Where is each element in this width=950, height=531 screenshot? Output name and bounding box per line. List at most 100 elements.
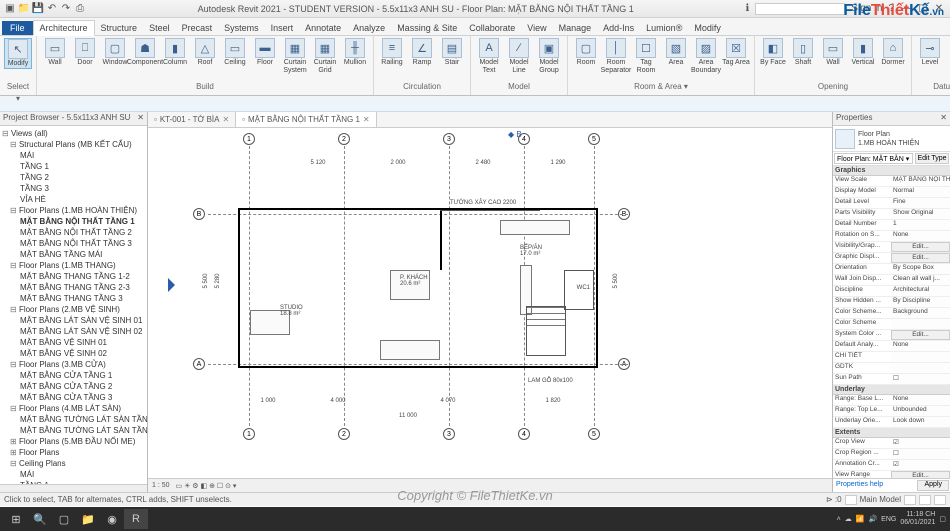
main-model-label[interactable]: Main Model [860,495,901,505]
chrome-icon[interactable]: ◉ [100,509,124,529]
open-icon[interactable]: 📁 [18,3,30,15]
tool-ramp[interactable]: ∠Ramp [408,38,436,67]
tool-mullion[interactable]: ╫Mullion [341,38,369,67]
view-tab[interactable]: ▫MẶT BẰNG NỘI THẤT TẦNG 1✕ [236,112,376,127]
property-row[interactable]: Detail LevelFine [833,198,950,209]
lang-indicator[interactable]: ENG [881,516,896,523]
tool-door[interactable]: ⎕Door [71,38,99,67]
property-row[interactable]: Range: Top Le...Unbounded [833,406,950,417]
app-menu-icon[interactable]: ▣ [4,3,16,15]
tool-wall[interactable]: ▭Wall [819,38,847,67]
system-tray[interactable]: ˄ ☁ 📶 🔊 ENG 11:18 CH06/01/2021 ▢ [837,511,946,527]
tree-node[interactable]: TẦNG 1 [2,161,145,172]
view-control-bar[interactable]: 1 : 50 ▭ ☀ ⚙ ◧ ⊕ ☐ ⊙ ▾ [148,478,832,492]
ribbon-tab-analyze[interactable]: Analyze [347,21,391,35]
property-row[interactable]: Visibility/Grap...Edit... [833,242,950,253]
cloud-icon[interactable]: ☁ [845,515,852,523]
property-row[interactable]: OrientationBy Scope Box [833,264,950,275]
close-icon[interactable]: ✕ [137,113,144,124]
property-row[interactable]: Wall Join Disp...Clean all wall j... [833,275,950,286]
tree-node[interactable]: Floor Plans (1.MB THANG) [2,260,145,271]
tray-up-icon[interactable]: ˄ [837,516,841,523]
tool-vertical[interactable]: ▮Vertical [849,38,877,67]
tool-grid[interactable]: ⊕Grid [946,38,950,67]
tree-node[interactable]: MẶT BẰNG CỬA TẦNG 3 [2,392,145,403]
close-tab-icon[interactable]: ✕ [222,115,229,124]
ribbon-tab-massingsite[interactable]: Massing & Site [391,21,463,35]
properties-grid[interactable]: GraphicsView ScaleMẶT BẰNG NỘI THẤT TẦNG… [833,166,950,478]
tree-node[interactable]: MẶT BẰNG TƯỜNG LÁT SÀN TẦNG 2 [2,425,145,436]
print-icon[interactable]: ⎙ [74,3,86,15]
property-row[interactable]: Sun Path☐ [833,374,950,385]
tool-roof[interactable]: △Roof [191,38,219,67]
property-row[interactable]: DisciplineArchitectural [833,286,950,297]
search-icon[interactable]: 🔍 [28,509,52,529]
edit-type-button[interactable]: Edit Type [915,153,949,164]
tree-node[interactable]: MẶT BẰNG VỆ SINH 02 [2,348,145,359]
tree-node[interactable]: Floor Plans (5.MB ĐẦU NỐI ME) [2,436,145,447]
ribbon-tab-modify[interactable]: Modify [688,21,727,35]
tree-node[interactable]: MẶT BẰNG LÁT SÀN VỆ SINH 01 [2,315,145,326]
tool-curtaingrid[interactable]: ▦Curtain Grid [311,38,339,75]
tool-area[interactable]: ▧Area [662,38,690,67]
status-icon[interactable] [919,495,931,505]
property-row[interactable]: Graphic Displ...Edit... [833,253,950,264]
tool-dormer[interactable]: ⌂Dormer [879,38,907,67]
tool-curtainsystem[interactable]: ▦Curtain System [281,38,309,75]
property-row[interactable]: Default Analy...None [833,341,950,352]
clock[interactable]: 11:18 CH06/01/2021 [900,511,935,527]
tool-modelgroup[interactable]: ▣Model Group [535,38,563,75]
ribbon-tab-collaborate[interactable]: Collaborate [463,21,521,35]
property-row[interactable]: Parts VisibilityShow Original [833,209,950,220]
status-icon[interactable] [934,495,946,505]
tree-node[interactable]: MẶT BẰNG TƯỜNG LÁT SÀN TẦNG 1 [2,414,145,425]
tool-tagroom[interactable]: ☐Tag Room [632,38,660,75]
property-row[interactable]: CHI TIẾT [833,352,950,363]
tree-node[interactable]: Floor Plans (1.MB HOÀN THIỆN) [2,205,145,216]
property-row[interactable]: Annotation Cr...☑ [833,460,950,471]
volume-icon[interactable]: 🔊 [868,515,877,523]
tool-floor[interactable]: ▬Floor [251,38,279,67]
properties-selector[interactable]: Floor Plan: MẶT BẰN ▾ [834,153,913,164]
horizontal-scrollbar[interactable] [0,484,147,492]
tool-component[interactable]: ☗Component [131,38,159,67]
apply-button[interactable]: Apply [917,480,949,491]
tree-node[interactable]: TẦNG 2 [2,172,145,183]
revit-icon[interactable]: R [124,509,148,529]
tree-node[interactable]: Floor Plans (2.MB VỆ SINH) [2,304,145,315]
tree-node[interactable]: MÁI [2,150,145,161]
ribbon-tab-insert[interactable]: Insert [265,21,300,35]
view-scale[interactable]: 1 : 50 [152,482,170,489]
tool-ceiling[interactable]: ▭Ceiling [221,38,249,67]
ribbon-tab-systems[interactable]: Systems [218,21,265,35]
tool-byface[interactable]: ◧By Face [759,38,787,67]
tool-areaboundary[interactable]: ▨Area Boundary [692,38,720,75]
tree-node[interactable]: MẶT BẰNG CỬA TẦNG 2 [2,381,145,392]
property-row[interactable]: System Color ...Edit... [833,330,950,341]
properties-type[interactable]: Floor Plan1.MB HOÀN THIỆN [833,126,950,152]
tool-railing[interactable]: ≡Railing [378,38,406,67]
redo-icon[interactable]: ↷ [60,3,72,15]
tree-node[interactable]: MẶT BẰNG CỬA TẦNG 1 [2,370,145,381]
ribbon-tab-annotate[interactable]: Annotate [299,21,347,35]
tool-window[interactable]: ▢Window [101,38,129,67]
tool-modelline[interactable]: ∕Model Line [505,38,533,75]
properties-help-link[interactable]: Properties help [834,480,917,491]
drawing-area[interactable]: 1 2 3 4 5 ◆ B 1 2 3 4 5 A B A B [148,128,832,478]
tool-stair[interactable]: ▤Stair [438,38,466,67]
tool-wall[interactable]: ▭Wall [41,38,69,67]
tool-modify[interactable]: ↖Modify [4,38,32,69]
ribbon-tab-architecture[interactable]: Architecture [33,20,95,36]
property-row[interactable]: GDTK [833,363,950,374]
tree-node[interactable]: MẶT BẰNG LÁT SÀN VỆ SINH 02 [2,326,145,337]
tool-modeltext[interactable]: AModel Text [475,38,503,75]
ribbon-tab-structure[interactable]: Structure [95,21,144,35]
tree-node[interactable]: MẶT BẰNG VỆ SINH 01 [2,337,145,348]
tree-node[interactable]: Floor Plans (3.MB CỬA) [2,359,145,370]
property-row[interactable]: Rotation on S...None [833,231,950,242]
property-row[interactable]: Display ModelNormal [833,187,950,198]
property-row[interactable]: Detail Number1 [833,220,950,231]
view-tab[interactable]: ▫KT-001 - TỜ BÌA✕ [148,112,236,127]
property-row[interactable]: Crop Region ...☐ [833,449,950,460]
status-icon[interactable] [904,495,916,505]
